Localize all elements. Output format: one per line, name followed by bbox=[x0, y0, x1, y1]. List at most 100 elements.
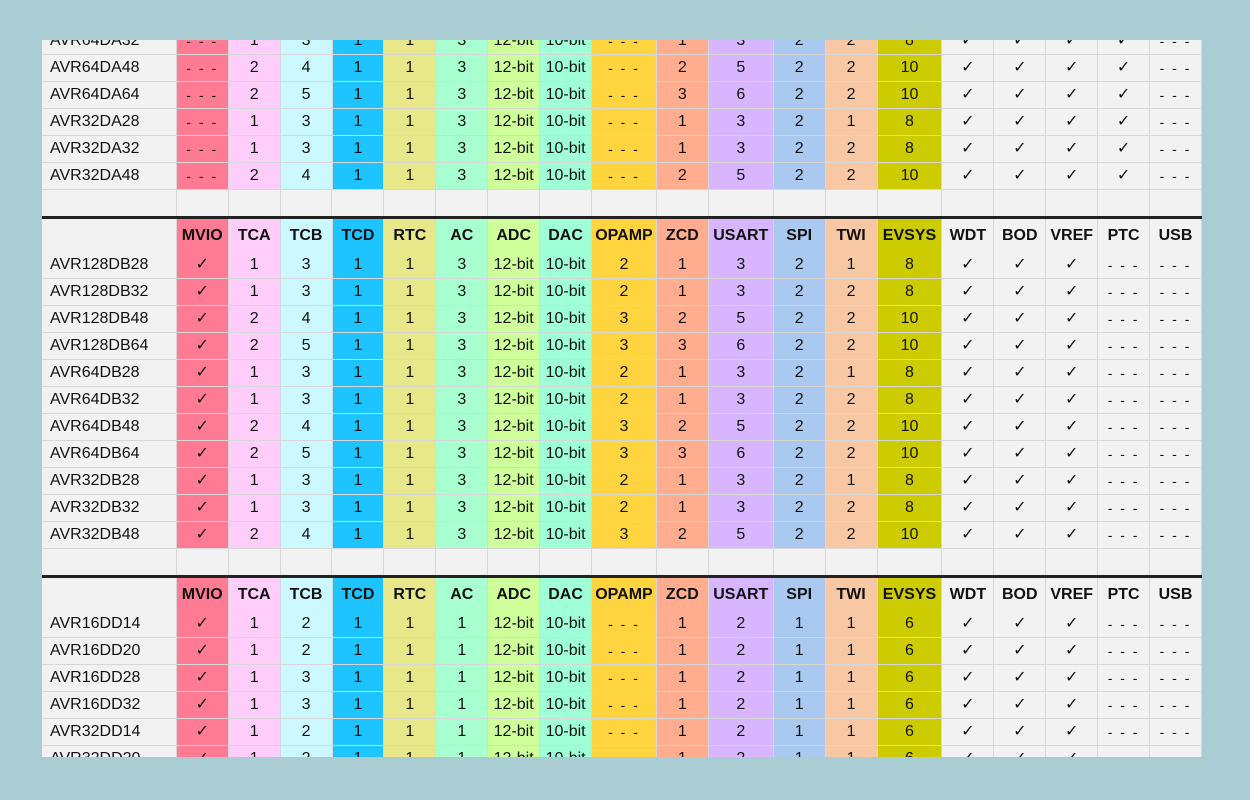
device-name-cell[interactable]: AVR32DA48 bbox=[42, 163, 177, 189]
empty-cell[interactable] bbox=[280, 549, 333, 575]
cell-ptc[interactable]: ✓ bbox=[1098, 40, 1151, 54]
cell-zcd[interactable]: 1 bbox=[656, 40, 709, 54]
cell-tcd[interactable]: 1 bbox=[332, 306, 385, 332]
cell-tca[interactable]: 1 bbox=[228, 109, 281, 135]
cell-ptc[interactable]: - - - bbox=[1098, 360, 1151, 386]
cell-rtc[interactable]: 1 bbox=[384, 468, 437, 494]
cell-usart[interactable]: 2 bbox=[708, 638, 774, 664]
cell-wdt[interactable]: ✓ bbox=[942, 611, 995, 637]
cell-tcb[interactable]: 4 bbox=[280, 522, 333, 548]
device-name-cell[interactable]: AVR64DB64 bbox=[42, 441, 177, 467]
cell-spi[interactable]: 2 bbox=[773, 441, 826, 467]
cell-evsys[interactable]: 10 bbox=[877, 55, 943, 81]
cell-twi[interactable]: 2 bbox=[825, 55, 878, 81]
cell-ac[interactable]: 3 bbox=[436, 333, 489, 359]
cell-usb[interactable]: - - - bbox=[1150, 611, 1202, 637]
cell-wdt[interactable]: ✓ bbox=[942, 495, 995, 521]
device-name-cell[interactable]: AVR64DB32 bbox=[42, 387, 177, 413]
cell-bod[interactable]: ✓ bbox=[994, 333, 1047, 359]
cell-tcd[interactable]: 1 bbox=[332, 387, 385, 413]
cell-ptc[interactable]: - - - bbox=[1098, 279, 1151, 305]
cell-ptc[interactable]: - - - bbox=[1098, 414, 1151, 440]
cell-tcb[interactable]: 3 bbox=[280, 279, 333, 305]
cell-tca[interactable]: 1 bbox=[228, 468, 281, 494]
cell-adc[interactable]: 12-bit bbox=[488, 306, 541, 332]
cell-usb[interactable]: - - - bbox=[1150, 495, 1202, 521]
cell-twi[interactable]: 2 bbox=[825, 279, 878, 305]
cell-usart[interactable]: 5 bbox=[708, 306, 774, 332]
column-header-vref[interactable]: VREF bbox=[1046, 219, 1099, 252]
device-name-cell[interactable]: AVR16DD20 bbox=[42, 638, 177, 664]
cell-usb[interactable]: - - - bbox=[1150, 468, 1202, 494]
cell-vref[interactable]: ✓ bbox=[1046, 638, 1099, 664]
cell-ac[interactable]: 3 bbox=[436, 522, 489, 548]
cell-mvio[interactable]: ✓ bbox=[176, 252, 229, 278]
cell-ptc[interactable]: - - - bbox=[1098, 441, 1151, 467]
cell-zcd[interactable]: 1 bbox=[656, 692, 709, 718]
cell-usart[interactable]: 6 bbox=[708, 441, 774, 467]
cell-twi[interactable]: 1 bbox=[825, 665, 878, 691]
cell-zcd[interactable]: 2 bbox=[656, 522, 709, 548]
cell-tca[interactable]: 1 bbox=[228, 719, 281, 745]
cell-ac[interactable]: 3 bbox=[436, 387, 489, 413]
cell-opamp[interactable]: 2 bbox=[592, 495, 657, 521]
cell-evsys[interactable]: 10 bbox=[877, 306, 943, 332]
column-header-dac[interactable]: DAC bbox=[540, 219, 593, 252]
cell-zcd[interactable]: 2 bbox=[656, 163, 709, 189]
column-header-mvio[interactable]: MVIO bbox=[176, 578, 229, 611]
cell-adc[interactable]: 12-bit bbox=[488, 82, 541, 108]
column-header-tcd[interactable]: TCD bbox=[332, 219, 385, 252]
cell-dac[interactable]: 10-bit bbox=[540, 522, 593, 548]
cell-bod[interactable]: ✓ bbox=[994, 306, 1047, 332]
cell-usb[interactable]: - - - bbox=[1150, 719, 1202, 745]
cell-ptc[interactable]: - - - bbox=[1098, 306, 1151, 332]
cell-ac[interactable]: 3 bbox=[436, 306, 489, 332]
empty-cell[interactable] bbox=[176, 190, 229, 216]
cell-wdt[interactable]: ✓ bbox=[942, 522, 995, 548]
cell-vref[interactable]: ✓ bbox=[1046, 441, 1099, 467]
cell-tca[interactable]: 2 bbox=[228, 55, 281, 81]
cell-spi[interactable]: 1 bbox=[773, 746, 826, 757]
column-header-vref[interactable]: VREF bbox=[1046, 578, 1099, 611]
cell-tcb[interactable]: 3 bbox=[280, 40, 333, 54]
cell-ptc[interactable]: - - - bbox=[1098, 468, 1151, 494]
cell-evsys[interactable]: 8 bbox=[877, 468, 943, 494]
cell-bod[interactable]: ✓ bbox=[994, 495, 1047, 521]
column-header-adc[interactable]: ADC bbox=[488, 578, 541, 611]
cell-ac[interactable]: 1 bbox=[436, 638, 489, 664]
cell-spi[interactable]: 1 bbox=[773, 665, 826, 691]
cell-ac[interactable]: 3 bbox=[436, 495, 489, 521]
cell-twi[interactable]: 2 bbox=[825, 387, 878, 413]
empty-cell[interactable] bbox=[592, 190, 657, 216]
cell-dac[interactable]: 10-bit bbox=[540, 109, 593, 135]
cell-twi[interactable]: 1 bbox=[825, 692, 878, 718]
empty-cell[interactable] bbox=[825, 549, 878, 575]
column-header-adc[interactable]: ADC bbox=[488, 219, 541, 252]
cell-dac[interactable]: 10-bit bbox=[540, 414, 593, 440]
cell-adc[interactable]: 12-bit bbox=[488, 638, 541, 664]
cell-tcb[interactable]: 4 bbox=[280, 306, 333, 332]
cell-usb[interactable]: - - - bbox=[1150, 414, 1202, 440]
column-header-spi[interactable]: SPI bbox=[773, 578, 826, 611]
cell-twi[interactable]: 1 bbox=[825, 360, 878, 386]
cell-zcd[interactable]: 1 bbox=[656, 109, 709, 135]
cell-zcd[interactable]: 1 bbox=[656, 360, 709, 386]
cell-tcd[interactable]: 1 bbox=[332, 279, 385, 305]
cell-spi[interactable]: 2 bbox=[773, 387, 826, 413]
cell-usart[interactable]: 5 bbox=[708, 55, 774, 81]
cell-wdt[interactable]: ✓ bbox=[942, 746, 995, 757]
cell-usb[interactable]: - - - bbox=[1150, 746, 1202, 757]
empty-cell[interactable] bbox=[436, 190, 489, 216]
empty-cell[interactable] bbox=[488, 190, 541, 216]
cell-zcd[interactable]: 1 bbox=[656, 468, 709, 494]
cell-twi[interactable]: 1 bbox=[825, 252, 878, 278]
device-name-cell[interactable]: AVR16DD28 bbox=[42, 665, 177, 691]
cell-tcb[interactable]: 3 bbox=[280, 136, 333, 162]
cell-adc[interactable]: 12-bit bbox=[488, 40, 541, 54]
cell-twi[interactable]: 2 bbox=[825, 136, 878, 162]
column-header-rtc[interactable]: RTC bbox=[384, 219, 437, 252]
empty-cell[interactable] bbox=[280, 190, 333, 216]
cell-rtc[interactable]: 1 bbox=[384, 252, 437, 278]
empty-cell[interactable] bbox=[825, 190, 878, 216]
cell-tca[interactable]: 1 bbox=[228, 638, 281, 664]
